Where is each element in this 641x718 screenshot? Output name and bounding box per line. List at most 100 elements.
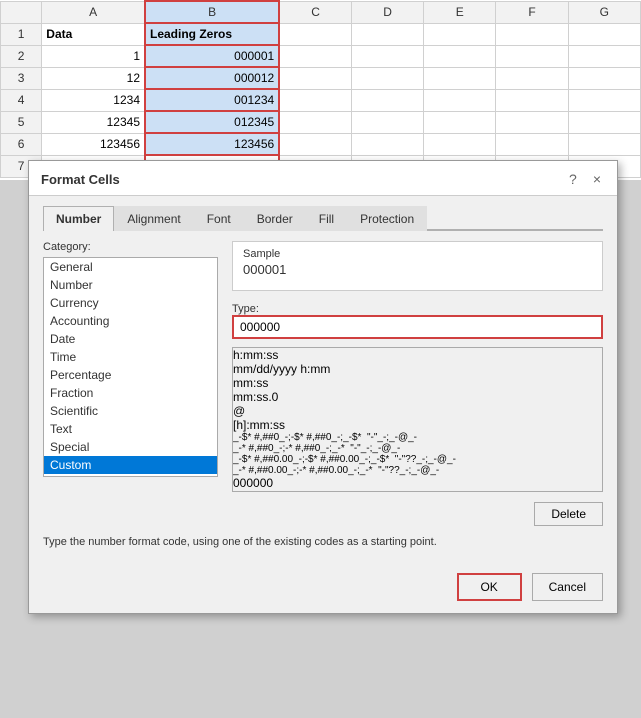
table-row: 1 Data Leading Zeros: [1, 23, 641, 45]
cell-g5[interactable]: [568, 111, 640, 133]
cell-a6[interactable]: 123456: [42, 133, 145, 155]
dialog-titlebar: Format Cells ? ×: [29, 161, 617, 196]
cell-a2[interactable]: 1: [42, 45, 145, 67]
cell-f6[interactable]: [496, 133, 568, 155]
category-time[interactable]: Time: [44, 348, 217, 366]
cell-d4[interactable]: [351, 89, 423, 111]
cell-g3[interactable]: [568, 67, 640, 89]
category-accounting[interactable]: Accounting: [44, 312, 217, 330]
cell-a4[interactable]: 1234: [42, 89, 145, 111]
cell-f3[interactable]: [496, 67, 568, 89]
tab-protection[interactable]: Protection: [347, 206, 427, 231]
col-header-g[interactable]: G: [568, 1, 640, 23]
category-general[interactable]: General: [44, 258, 217, 276]
cell-e4[interactable]: [424, 89, 496, 111]
cell-d5[interactable]: [351, 111, 423, 133]
list-item-selected[interactable]: 000000: [233, 476, 602, 490]
list-item[interactable]: [h]:mm:ss: [233, 418, 602, 432]
cell-e6[interactable]: [424, 133, 496, 155]
category-scientific[interactable]: Scientific: [44, 402, 217, 420]
cell-d3[interactable]: [351, 67, 423, 89]
cell-c4[interactable]: [279, 89, 351, 111]
cell-c5[interactable]: [279, 111, 351, 133]
cell-d1[interactable]: [351, 23, 423, 45]
cell-e2[interactable]: [424, 45, 496, 67]
col-header-e[interactable]: E: [424, 1, 496, 23]
col-header-d[interactable]: D: [351, 1, 423, 23]
cell-b3[interactable]: 000012: [145, 67, 279, 89]
list-item[interactable]: _-$* #,##0.00_-;-$* #,##0.00_-;_-$* "-"?…: [233, 454, 602, 465]
cell-c6[interactable]: [279, 133, 351, 155]
tab-font[interactable]: Font: [194, 206, 244, 231]
row-header-5: 5: [1, 111, 42, 133]
col-header-b[interactable]: B: [145, 1, 279, 23]
list-item[interactable]: mm/dd/yyyy h:mm: [233, 362, 602, 376]
cell-e1[interactable]: [424, 23, 496, 45]
list-item[interactable]: _-$* #,##0_-;-$* #,##0_-;_-$* "-"_-;_-@_…: [233, 432, 602, 443]
category-percentage[interactable]: Percentage: [44, 366, 217, 384]
category-fraction[interactable]: Fraction: [44, 384, 217, 402]
cell-g6[interactable]: [568, 133, 640, 155]
cell-b1[interactable]: Leading Zeros: [145, 23, 279, 45]
delete-button[interactable]: Delete: [534, 502, 603, 526]
cell-f5[interactable]: [496, 111, 568, 133]
category-list[interactable]: General Number Currency Accounting Date …: [43, 257, 218, 477]
close-button[interactable]: ×: [589, 169, 605, 189]
table-row: 2 1 000001: [1, 45, 641, 67]
sample-value: 000001: [243, 262, 592, 277]
table-row: 6 123456 123456: [1, 133, 641, 155]
cell-a5[interactable]: 12345: [42, 111, 145, 133]
col-header-a[interactable]: A: [42, 1, 145, 23]
cell-b2[interactable]: 000001: [145, 45, 279, 67]
cell-d6[interactable]: [351, 133, 423, 155]
category-section: Category: General Number Currency Accoun…: [43, 241, 218, 526]
tab-bar: Number Alignment Font Border Fill Protec…: [43, 206, 603, 231]
category-number[interactable]: Number: [44, 276, 217, 294]
cell-b4[interactable]: 001234: [145, 89, 279, 111]
category-currency[interactable]: Currency: [44, 294, 217, 312]
col-header-c[interactable]: C: [279, 1, 351, 23]
type-input[interactable]: [232, 315, 603, 339]
cell-f2[interactable]: [496, 45, 568, 67]
category-special[interactable]: Special: [44, 438, 217, 456]
cell-g1[interactable]: [568, 23, 640, 45]
cancel-button[interactable]: Cancel: [532, 573, 603, 601]
list-item[interactable]: _-* #,##0.00_-;-* #,##0.00_-;_-* "-"??_-…: [233, 465, 602, 476]
cell-f4[interactable]: [496, 89, 568, 111]
cell-b5[interactable]: 012345: [145, 111, 279, 133]
list-item[interactable]: mm:ss.0: [233, 390, 602, 404]
cell-c3[interactable]: [279, 67, 351, 89]
category-date[interactable]: Date: [44, 330, 217, 348]
cell-d2[interactable]: [351, 45, 423, 67]
cell-g4[interactable]: [568, 89, 640, 111]
row-header-2: 2: [1, 45, 42, 67]
category-custom[interactable]: Custom: [44, 456, 217, 474]
format-list[interactable]: h:mm:ss mm/dd/yyyy h:mm mm:ss mm:ss.0 @ …: [233, 348, 602, 491]
tab-border[interactable]: Border: [244, 206, 306, 231]
cell-a1[interactable]: Data: [42, 23, 145, 45]
tab-fill[interactable]: Fill: [306, 206, 347, 231]
list-item[interactable]: _-* #,##0_-;-* #,##0_-;_-* "-"_-;_-@_-: [233, 443, 602, 454]
cell-a3[interactable]: 12: [42, 67, 145, 89]
tab-number[interactable]: Number: [43, 206, 114, 231]
list-item[interactable]: @: [233, 404, 602, 418]
cell-e3[interactable]: [424, 67, 496, 89]
category-text[interactable]: Text: [44, 420, 217, 438]
col-header-f[interactable]: F: [496, 1, 568, 23]
type-section: Type:: [232, 299, 603, 339]
right-panel: Sample 000001 Type: h:mm:ss mm/dd/yyyy h…: [232, 241, 603, 526]
help-button[interactable]: ?: [565, 169, 581, 189]
tab-alignment[interactable]: Alignment: [114, 206, 193, 231]
list-item[interactable]: h:mm:ss: [233, 348, 602, 362]
cell-g2[interactable]: [568, 45, 640, 67]
cell-b6[interactable]: 123456: [145, 133, 279, 155]
cell-c1[interactable]: [279, 23, 351, 45]
ok-button[interactable]: OK: [457, 573, 522, 601]
cell-e5[interactable]: [424, 111, 496, 133]
dialog-body: Number Alignment Font Border Fill Protec…: [29, 196, 617, 565]
list-item[interactable]: mm:ss: [233, 376, 602, 390]
sample-label: Sample: [243, 248, 592, 260]
cell-f1[interactable]: [496, 23, 568, 45]
type-label: Type:: [232, 303, 603, 315]
cell-c2[interactable]: [279, 45, 351, 67]
